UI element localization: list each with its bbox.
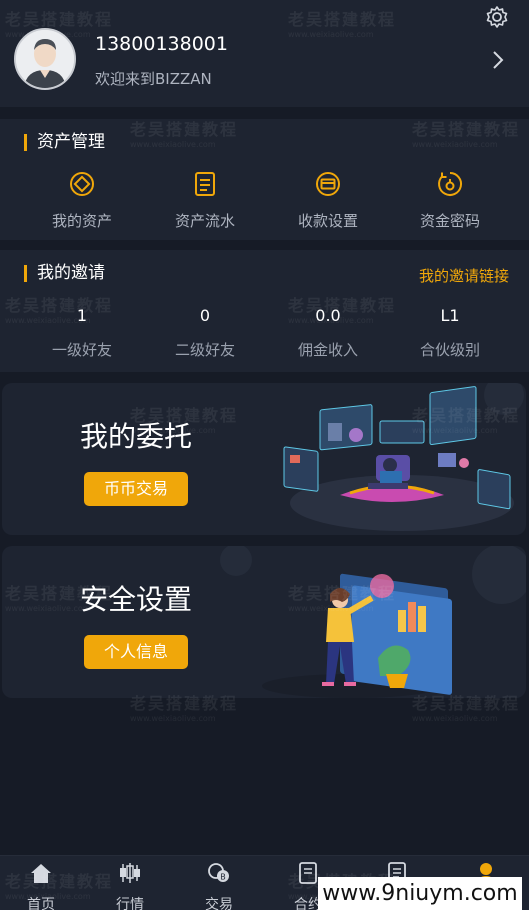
welcome-text: 欢迎来到BIZZAN (95, 70, 212, 88)
invite-section: 我的邀请 我的邀请链接 1 一级好友 0 二级好友 0.0 佣金收入 L1 合伙… (0, 250, 529, 372)
stat-value: 1 (76, 306, 88, 325)
nav-home[interactable]: 首页 (11, 862, 71, 910)
payment-settings-item[interactable]: 收款设置 (268, 170, 388, 231)
stat-second-level-friends[interactable]: 0 二级好友 (145, 306, 265, 360)
profile-header[interactable]: 13800138001 欢迎来到BIZZAN (0, 0, 529, 107)
my-assets-item[interactable]: 我的资产 (22, 170, 142, 231)
entrust-banner[interactable]: 我的委托 币币交易 (2, 383, 526, 535)
section-title: 资产管理 (24, 134, 105, 151)
coin-trade-button[interactable]: 币币交易 (84, 472, 188, 506)
chevron-right-icon[interactable] (490, 48, 506, 72)
stat-first-level-friends[interactable]: 1 一级好友 (22, 306, 142, 360)
market-icon (120, 863, 140, 883)
user-phone: 13800138001 (95, 33, 228, 55)
avatar[interactable] (14, 28, 76, 90)
item-label: 资产流水 (174, 212, 235, 230)
asset-flow-item[interactable]: 资产流水 (145, 170, 265, 231)
stat-value: 0.0 (315, 306, 341, 325)
payment-settings-icon (316, 172, 340, 196)
contract-icon (299, 862, 317, 884)
stat-value: L1 (440, 306, 460, 325)
stat-label: 二级好友 (174, 341, 235, 359)
stat-label: 佣金收入 (297, 341, 358, 359)
site-watermark: www.9niuym.com (318, 877, 522, 910)
nav-trade[interactable]: B 交易 (189, 862, 249, 910)
asset-management-section: 资产管理 我的资产 资产流水 收款设置 资金密码 (0, 119, 529, 240)
asset-flow-icon (195, 172, 215, 196)
security-presentation-illustration (220, 546, 526, 698)
banner-title: 我的委托 (80, 420, 193, 453)
trading-desk-illustration (283, 383, 524, 531)
my-assets-icon (70, 172, 94, 196)
stat-label: 合伙级别 (419, 341, 480, 359)
stat-value: 0 (199, 306, 211, 325)
trade-icon: B (208, 863, 229, 882)
gear-icon[interactable] (485, 5, 509, 29)
stat-partner-level[interactable]: L1 合伙级别 (390, 306, 510, 360)
nav-market[interactable]: 行情 (100, 862, 160, 910)
item-label: 资金密码 (419, 212, 480, 230)
nav-label: 首页 (27, 897, 55, 910)
nav-label: 行情 (116, 897, 144, 910)
invite-link[interactable]: 我的邀请链接 (419, 265, 509, 286)
banner-title: 安全设置 (80, 583, 193, 616)
item-label: 我的资产 (51, 212, 112, 230)
stat-commission-income[interactable]: 0.0 佣金收入 (268, 306, 388, 360)
nav-label: 交易 (205, 897, 233, 910)
svg-text:B: B (220, 873, 226, 882)
personal-info-button[interactable]: 个人信息 (84, 635, 188, 669)
section-title: 我的邀请 (24, 265, 105, 282)
home-icon (31, 864, 51, 883)
security-banner[interactable]: 安全设置 个人信息 (2, 546, 526, 698)
fund-password-icon (438, 171, 463, 196)
fund-password-item[interactable]: 资金密码 (390, 170, 510, 231)
item-label: 收款设置 (297, 212, 358, 230)
stat-label: 一级好友 (51, 341, 112, 359)
